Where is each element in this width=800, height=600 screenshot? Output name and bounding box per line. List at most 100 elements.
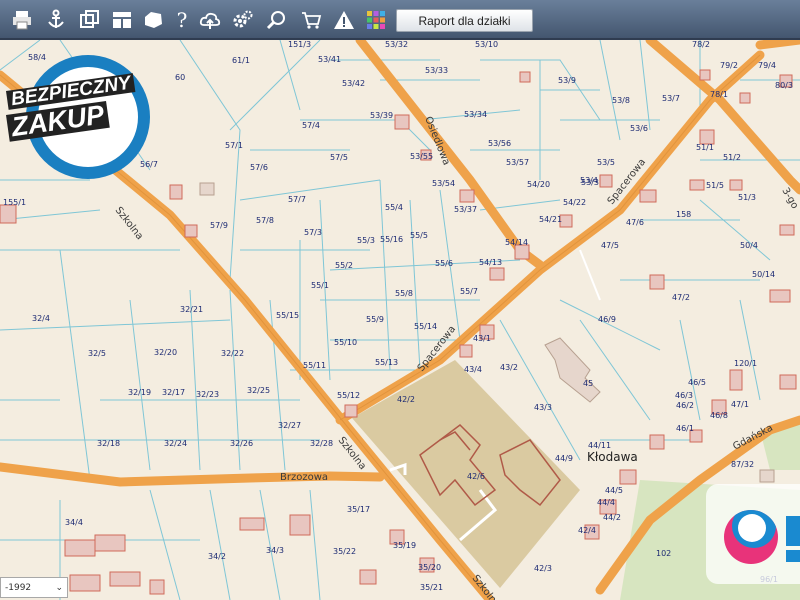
- parcel-number: 53/5: [597, 158, 615, 167]
- layers-button[interactable]: [76, 6, 104, 34]
- parcel-number: 32/26: [230, 439, 253, 448]
- warning-icon: [334, 11, 354, 29]
- chevron-down-icon: ⌄: [55, 582, 63, 593]
- parcel-number: 35/17: [347, 505, 370, 514]
- parcel-number: 155/1: [3, 198, 26, 207]
- parcel-number: 32/5: [88, 349, 106, 358]
- parcel-number: 53/3: [581, 178, 599, 187]
- cart-button[interactable]: [297, 6, 325, 34]
- parcel-number: 79/2: [720, 61, 738, 70]
- settings-button[interactable]: [229, 6, 257, 34]
- parcel-number: 32/28: [310, 439, 333, 448]
- parcel-number: 50/4: [740, 241, 758, 250]
- scale-select-value: -1992: [5, 582, 32, 593]
- cart-icon: [302, 12, 322, 29]
- parcel-number: 55/6: [435, 259, 453, 268]
- parcel-number: 120/1: [734, 359, 757, 368]
- shape-button[interactable]: [139, 6, 167, 34]
- parcel-number: 57/3: [304, 228, 322, 237]
- help-icon: ?: [176, 8, 188, 32]
- parcel-number: 53/34: [464, 110, 487, 119]
- warning-button[interactable]: [330, 6, 358, 34]
- parcel-number: 55/7: [460, 287, 478, 296]
- parcel-number: 53/9: [558, 76, 576, 85]
- parcel-number: 53/33: [425, 66, 448, 75]
- parcel-number: 44/2: [603, 513, 621, 522]
- street-label: Brzozowa: [280, 472, 328, 483]
- parcel-number: 46/3: [675, 391, 693, 400]
- parcel-number: 35/19: [393, 541, 416, 550]
- parcel-number: 42/6: [467, 472, 485, 481]
- parcel-number: 55/2: [335, 261, 353, 270]
- parcel-number: 57/6: [250, 163, 268, 172]
- parcel-number: 55/9: [366, 315, 384, 324]
- parcel-number: 32/4: [32, 314, 50, 323]
- layout-button[interactable]: [108, 6, 136, 34]
- parcel-number: 47/5: [601, 241, 619, 250]
- parcel-number: 55/14: [414, 322, 437, 331]
- parcel-number: 46/9: [598, 315, 616, 324]
- parcel-number: 44/9: [555, 454, 573, 463]
- zoom-icon: [266, 11, 285, 30]
- upload-button[interactable]: [196, 6, 224, 34]
- parcel-number: 55/5: [410, 231, 428, 240]
- parcel-number: 151/3: [288, 40, 311, 49]
- parcel-number: 46/5: [688, 378, 706, 387]
- parcel-number: 32/22: [221, 349, 244, 358]
- parcel-number: 53/39: [370, 111, 393, 120]
- parcel-number: 35/20: [418, 563, 441, 572]
- parcel-number: 53/37: [454, 205, 477, 214]
- help-button[interactable]: ?: [168, 6, 196, 34]
- parcel-number: 42/3: [534, 564, 552, 573]
- parcel-number: 47/2: [672, 293, 690, 302]
- parcel-number: 43/3: [534, 403, 552, 412]
- parcel-number: 54/14: [505, 238, 528, 247]
- parcel-number: 53/57: [506, 158, 529, 167]
- parcel-number: 78/2: [692, 40, 710, 49]
- parcel-number: 55/11: [303, 361, 326, 370]
- parcel-number: 57/4: [302, 121, 320, 130]
- parcel-number: 32/23: [196, 390, 219, 399]
- parcel-number: 34/2: [208, 552, 226, 561]
- parcel-number: 54/13: [479, 258, 502, 267]
- parcel-number: 57/7: [288, 195, 306, 204]
- parcel-number: 102: [656, 549, 671, 558]
- scale-select[interactable]: -1992 ⌄: [0, 577, 68, 598]
- parcel-number: 46/8: [710, 411, 728, 420]
- parcel-number: 57/9: [210, 221, 228, 230]
- parcel-number: 54/20: [527, 180, 550, 189]
- anchor-icon: [48, 9, 64, 28]
- parcel-number: 46/2: [676, 401, 694, 410]
- logo-mark-icon: [724, 510, 778, 564]
- parcel-number: 55/13: [375, 358, 398, 367]
- parcel-number: 34/3: [266, 546, 284, 555]
- parcel-number: 43/2: [500, 363, 518, 372]
- parcel-number: 53/10: [475, 40, 498, 49]
- layout-icon: [113, 12, 131, 28]
- parcel-number: 44/5: [605, 486, 623, 495]
- parcel-number: 53/56: [488, 139, 511, 148]
- parcel-number: 32/17: [162, 388, 185, 397]
- print-icon: [13, 11, 31, 30]
- parcel-number: 57/8: [256, 216, 274, 225]
- parcel-number: 53/41: [318, 55, 341, 64]
- color-grid-button[interactable]: [362, 6, 390, 34]
- anchor-button[interactable]: [42, 6, 70, 34]
- parcel-number: 53/8: [612, 96, 630, 105]
- parcel-number: 158: [676, 210, 691, 219]
- parcel-number: 51/5: [706, 181, 724, 190]
- parcel-number: 43/1: [473, 334, 491, 343]
- zoom-button[interactable]: [262, 6, 290, 34]
- print-button[interactable]: [8, 6, 36, 34]
- parcel-number: 55/10: [334, 338, 357, 347]
- parcel-number: 79/4: [758, 61, 776, 70]
- parcel-number: 53/32: [385, 40, 408, 49]
- parcel-number: 53/54: [432, 179, 455, 188]
- parcel-number: 54/21: [539, 215, 562, 224]
- parcel-number: 32/20: [154, 348, 177, 357]
- parcel-number: 32/25: [247, 386, 270, 395]
- parcel-number: 80/3: [775, 81, 793, 90]
- report-button[interactable]: Raport dla działki: [396, 9, 533, 32]
- shape-icon: [145, 12, 162, 28]
- parcel-number: 35/22: [333, 547, 356, 556]
